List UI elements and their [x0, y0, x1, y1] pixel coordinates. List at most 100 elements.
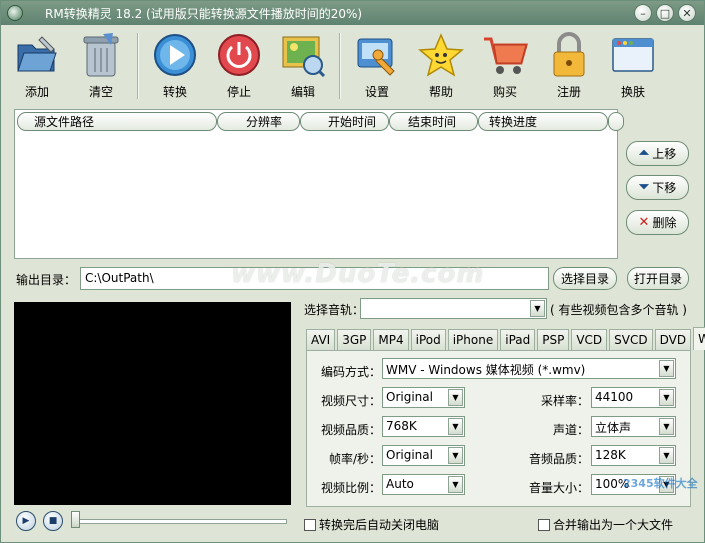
- convert-label: 转换: [162, 85, 187, 99]
- folder-open-icon: [13, 31, 61, 79]
- auto-shutdown-label: 转换完后自动关闭电脑: [319, 518, 440, 532]
- watermark-text: www.DuoTe.com: [231, 259, 485, 289]
- settings-button[interactable]: 设置: [345, 27, 409, 101]
- auto-shutdown-checkbox[interactable]: 转换完后自动关闭电脑: [304, 516, 439, 533]
- help-button[interactable]: 帮助: [409, 27, 473, 101]
- column-header-resolution[interactable]: 分辨率: [217, 112, 300, 131]
- corner-logo-text: 2345软件大全: [623, 477, 698, 490]
- stop-preview-button[interactable]: ■: [43, 511, 63, 531]
- audio-quality-select[interactable]: 128K ▼: [591, 445, 676, 466]
- play-button[interactable]: ▶: [16, 511, 36, 531]
- tab-psp[interactable]: PSP: [537, 329, 570, 350]
- audio-quality-label: 音频品质：: [528, 452, 589, 466]
- add-label: 添加: [24, 85, 49, 99]
- codec-select[interactable]: WMV - Windows 媒体视频 (*.wmv) ▼: [382, 358, 676, 379]
- framerate-select[interactable]: Original ▼: [382, 445, 465, 466]
- star-help-icon: [417, 31, 465, 79]
- minimize-button[interactable]: –: [634, 4, 652, 22]
- edit-button[interactable]: 编辑: [271, 27, 335, 101]
- chevron-down-icon: ▼: [659, 389, 674, 406]
- chevron-down-icon: ▼: [659, 418, 674, 435]
- chevron-down-icon: ▼: [448, 476, 463, 493]
- register-button[interactable]: 注册: [537, 27, 601, 101]
- chevron-down-icon: ▼: [530, 300, 545, 317]
- shopping-cart-icon: [481, 31, 529, 79]
- tab-3gp[interactable]: 3GP: [337, 329, 372, 350]
- move-up-button[interactable]: ⏶ 上移: [626, 141, 689, 166]
- tab-iphone[interactable]: iPhone: [447, 329, 499, 350]
- maximize-button[interactable]: □: [656, 4, 674, 22]
- buy-button[interactable]: 购买: [473, 27, 537, 101]
- column-header-progress[interactable]: 转换进度: [478, 112, 608, 131]
- browse-dir-button[interactable]: 选择目录: [553, 267, 617, 290]
- add-button[interactable]: 添加: [5, 27, 69, 101]
- codec-value: WMV - Windows 媒体视频 (*.wmv): [386, 363, 586, 377]
- title-bar: RM转换精灵 18.2 (试用版只能转换源文件播放时间的20%) – □ ✕: [1, 1, 704, 25]
- audio-track-label: 选择音轨：: [304, 303, 365, 317]
- format-tabs: AVI 3GP MP4 iPod iPhone iPad PSP VCD SVC…: [306, 327, 705, 350]
- channel-select[interactable]: 立体声 ▼: [591, 416, 676, 437]
- play-icon: ▶: [22, 516, 30, 526]
- stop-button[interactable]: 停止: [207, 27, 271, 101]
- stop-label: 停止: [226, 85, 251, 99]
- buy-label: 购买: [492, 85, 517, 99]
- trash-can-icon: [77, 31, 125, 79]
- clear-button[interactable]: 清空: [69, 27, 133, 101]
- video-quality-label: 视频品质：: [320, 423, 381, 437]
- samplerate-select[interactable]: 44100 ▼: [591, 387, 676, 408]
- edit-label: 编辑: [290, 85, 315, 99]
- open-dir-button[interactable]: 打开目录: [627, 267, 689, 290]
- lock-icon: [545, 31, 593, 79]
- checkbox-box[interactable]: [538, 518, 550, 531]
- skin-button[interactable]: 换肤: [601, 27, 665, 101]
- delete-label: 删除: [652, 216, 677, 230]
- tab-dvd[interactable]: DVD: [654, 329, 692, 350]
- file-list[interactable]: 源文件路径 分辨率 开始时间 结束时间 转换进度: [14, 109, 624, 259]
- chevron-down-icon: ▼: [448, 447, 463, 464]
- tab-mp4[interactable]: MP4: [373, 329, 409, 350]
- video-preview: [14, 302, 291, 505]
- tab-avi[interactable]: AVI: [306, 329, 336, 350]
- toolbar-separator: [339, 33, 341, 99]
- double-chevron-up-icon: ⏶: [638, 146, 650, 161]
- framerate-label: 帧率/秒：: [328, 452, 381, 466]
- tab-ipod[interactable]: iPod: [410, 329, 446, 350]
- help-label: 帮助: [428, 85, 453, 99]
- checkbox-box[interactable]: [304, 518, 316, 531]
- output-dir-label: 输出目录：: [16, 273, 77, 287]
- chevron-down-icon: ▼: [448, 418, 463, 435]
- move-down-button[interactable]: ⏷ 下移: [626, 175, 689, 200]
- move-up-label: 上移: [652, 147, 677, 161]
- video-size-select[interactable]: Original ▼: [382, 387, 465, 408]
- audio-track-select[interactable]: ▼: [360, 298, 547, 319]
- main-window: RM转换精灵 18.2 (试用版只能转换源文件播放时间的20%) – □ ✕ 添…: [0, 0, 705, 543]
- seek-slider-track[interactable]: [72, 519, 287, 524]
- seek-slider-thumb[interactable]: [71, 511, 80, 528]
- convert-button[interactable]: 转换: [143, 27, 207, 101]
- tab-svcd[interactable]: SVCD: [609, 329, 653, 350]
- toolbar: 添加 清空 转换 停止 编辑 设置 帮助 购买 注册 换肤: [5, 27, 700, 103]
- window-skin-icon: [609, 31, 657, 79]
- power-stop-icon: [215, 31, 263, 79]
- column-header-end: [608, 112, 624, 131]
- samplerate-value: 44100: [595, 390, 634, 404]
- skin-label: 换肤: [620, 85, 645, 99]
- tab-vcd[interactable]: VCD: [571, 329, 608, 350]
- video-quality-select[interactable]: 768K ▼: [382, 416, 465, 437]
- file-list-header: 源文件路径 分辨率 开始时间 结束时间 转换进度: [17, 112, 624, 131]
- close-button[interactable]: ✕: [678, 4, 696, 22]
- column-header-source-path[interactable]: 源文件路径: [17, 112, 217, 131]
- column-header-end-time[interactable]: 结束时间: [389, 112, 478, 131]
- column-header-start-time[interactable]: 开始时间: [300, 112, 389, 131]
- video-size-label: 视频尺寸：: [320, 394, 381, 408]
- aspect-select[interactable]: Auto ▼: [382, 474, 465, 495]
- delete-button[interactable]: ✕ 删除: [626, 210, 689, 235]
- merge-output-checkbox[interactable]: 合并输出为一个大文件: [538, 516, 673, 533]
- tab-wmv[interactable]: WMV: [693, 327, 705, 350]
- move-down-label: 下移: [652, 181, 677, 195]
- tab-ipad[interactable]: iPad: [500, 329, 536, 350]
- play-circle-icon: [151, 31, 199, 79]
- edit-image-icon: [279, 31, 327, 79]
- stop-square-icon: ■: [48, 516, 58, 526]
- chevron-down-icon: ▼: [659, 447, 674, 464]
